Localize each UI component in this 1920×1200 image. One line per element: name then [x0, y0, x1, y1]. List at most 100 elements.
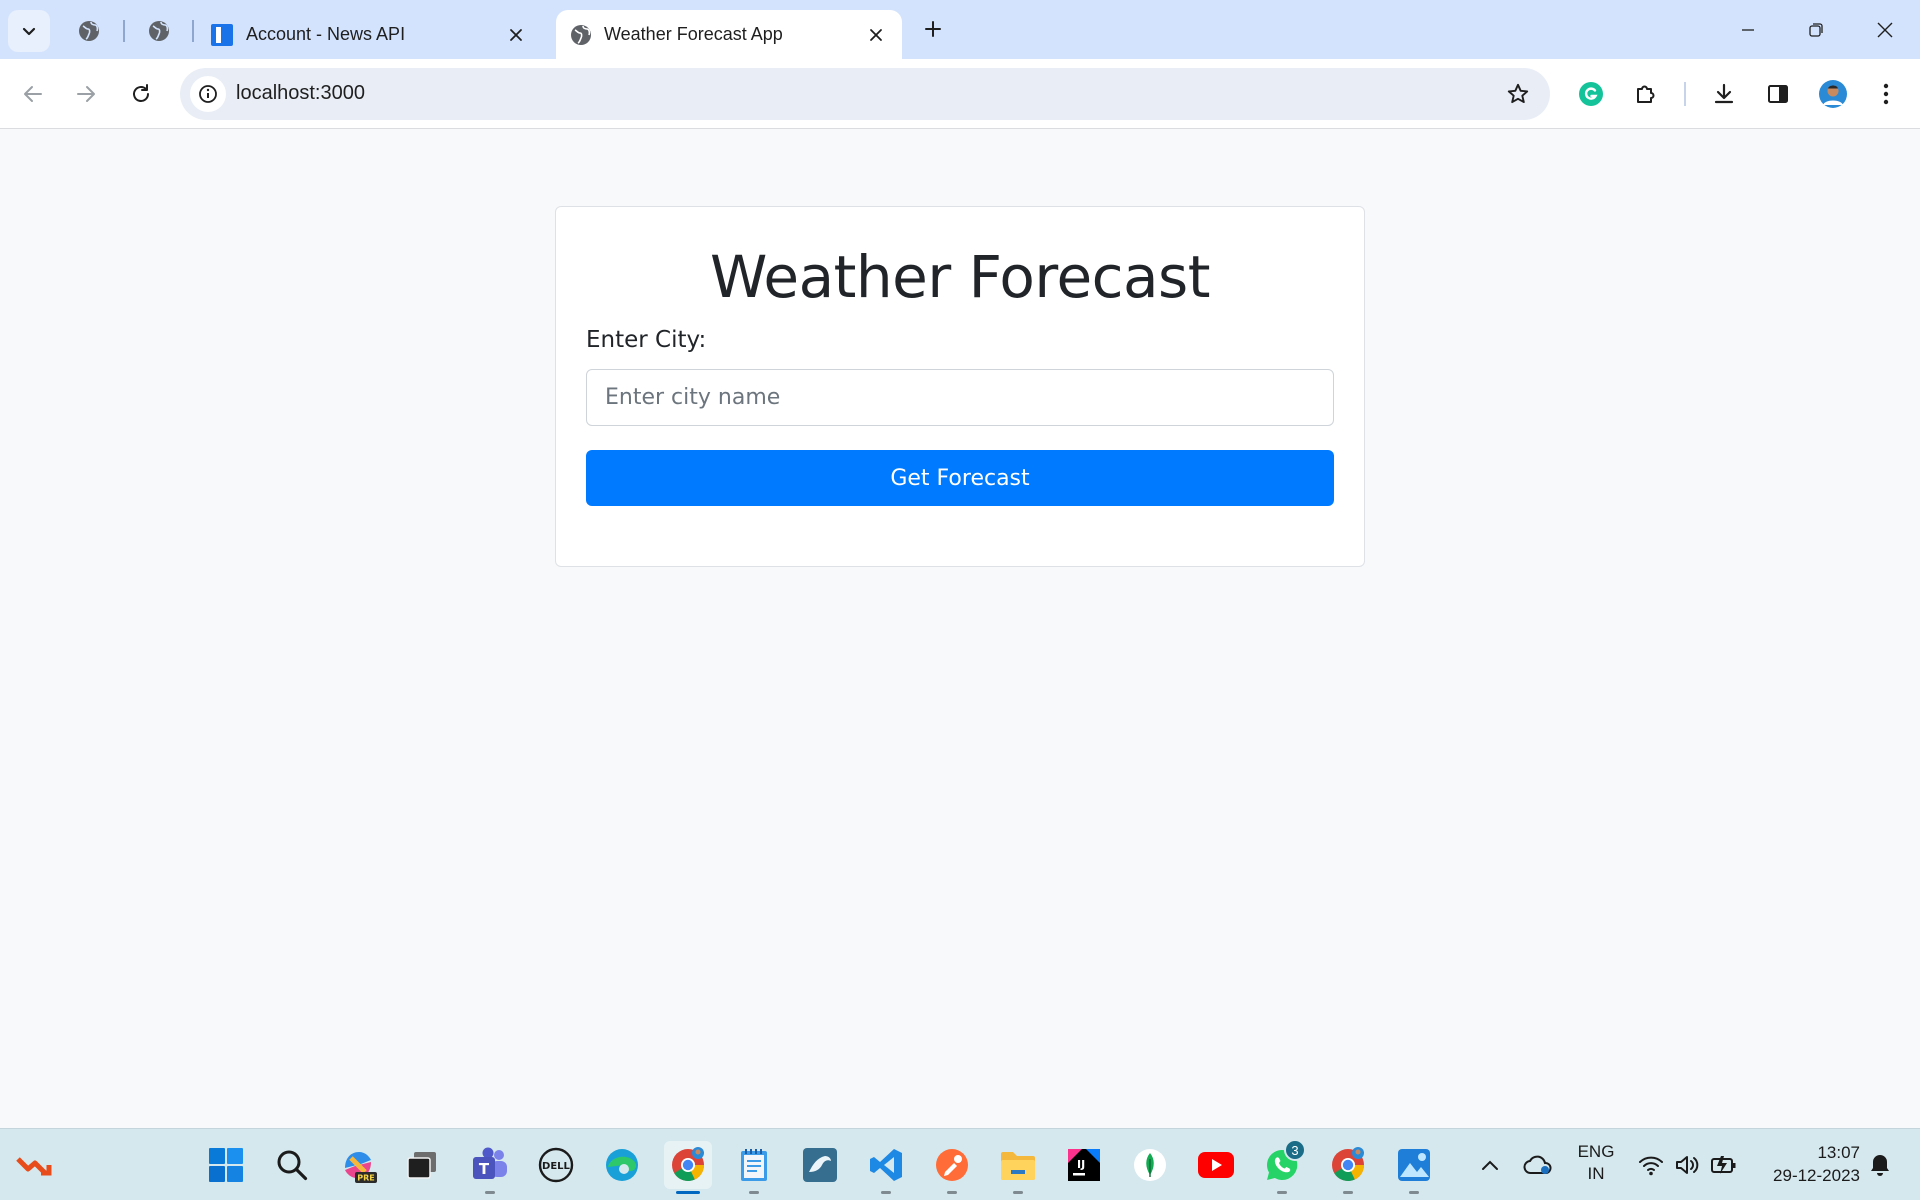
close-tab-icon[interactable]: [504, 23, 528, 47]
city-input[interactable]: [586, 369, 1334, 426]
back-button[interactable]: [15, 76, 51, 112]
whatsapp-app[interactable]: 3: [1258, 1139, 1306, 1194]
tab-news-api[interactable]: Account - News API: [196, 10, 542, 59]
restore-window-button[interactable]: [1791, 10, 1841, 50]
bookmark-star-button[interactable]: [1502, 78, 1534, 110]
close-window-button[interactable]: [1860, 10, 1910, 50]
battery-status[interactable]: [1708, 1141, 1740, 1189]
site-info-button[interactable]: [190, 76, 226, 112]
mysql-workbench-app[interactable]: [796, 1141, 844, 1189]
tab-weather-forecast-app[interactable]: Weather Forecast App: [556, 10, 902, 59]
search-icon: [277, 1150, 308, 1181]
dell-logo-icon: DELL: [538, 1147, 574, 1183]
running-indicator: [1013, 1191, 1023, 1194]
volume-status[interactable]: [1672, 1141, 1702, 1189]
svg-text:PRE: PRE: [357, 1174, 375, 1183]
address-bar[interactable]: localhost:3000: [180, 68, 1550, 120]
profile-avatar-button[interactable]: [1815, 76, 1851, 112]
edge-app[interactable]: [598, 1141, 646, 1189]
windows-taskbar: PRE T DELL IJ 3 ENG IN 13:07 29-12-2023: [0, 1128, 1920, 1200]
task-view-button[interactable]: [398, 1141, 446, 1189]
widgets-button[interactable]: [10, 1141, 58, 1189]
new-tab-button[interactable]: [916, 12, 950, 46]
news-api-favicon-icon: [211, 23, 233, 46]
wifi-icon: [1639, 1156, 1663, 1176]
download-icon: [1714, 83, 1734, 104]
restore-icon: [1809, 23, 1823, 37]
intellij-icon: IJ: [1068, 1149, 1100, 1181]
search-button[interactable]: [268, 1141, 316, 1189]
grammarly-icon: [1579, 82, 1603, 106]
vscode-app[interactable]: [862, 1141, 910, 1194]
mongodb-leaf-icon: [1134, 1149, 1166, 1181]
puzzle-icon: [1637, 85, 1655, 103]
language-region: IN: [1587, 1164, 1605, 1183]
chrome-profile-app[interactable]: [1324, 1141, 1372, 1194]
dell-app[interactable]: DELL: [532, 1141, 580, 1189]
reload-button[interactable]: [123, 76, 159, 112]
svg-text:IJ: IJ: [1077, 1158, 1085, 1171]
grammarly-extension-button[interactable]: [1573, 76, 1609, 112]
get-forecast-button[interactable]: Get Forecast: [586, 450, 1334, 506]
teams-icon: T: [473, 1147, 507, 1179]
onedrive-button[interactable]: [1522, 1141, 1554, 1189]
postman-app[interactable]: [928, 1141, 976, 1194]
show-hidden-icons-button[interactable]: [1478, 1141, 1502, 1189]
close-tab-icon[interactable]: [864, 23, 888, 47]
wifi-status[interactable]: [1636, 1141, 1666, 1189]
svg-text:T: T: [479, 1160, 490, 1178]
url-text[interactable]: localhost:3000: [236, 82, 365, 105]
mongodb-compass-app[interactable]: [1126, 1141, 1174, 1189]
speaker-icon: [1676, 1156, 1699, 1174]
tab-search-button[interactable]: [8, 10, 50, 52]
side-panel-icon: [1768, 85, 1788, 103]
pinned-tab-1[interactable]: [72, 14, 106, 48]
language-code: ENG: [1577, 1142, 1615, 1161]
active-indicator: [676, 1191, 700, 1194]
notifications-button[interactable]: [1866, 1141, 1894, 1189]
minimize-window-button[interactable]: [1723, 10, 1773, 50]
vscode-icon: [870, 1149, 902, 1181]
start-button[interactable]: [202, 1141, 250, 1189]
pinned-tab-2[interactable]: [142, 14, 176, 48]
side-panel-button[interactable]: [1760, 76, 1796, 112]
chevron-up-icon: [1482, 1160, 1498, 1170]
tab-title: Weather Forecast App: [604, 24, 783, 44]
tab-separator: [123, 20, 125, 42]
minimize-icon: [1742, 29, 1754, 31]
file-explorer-app[interactable]: [994, 1141, 1042, 1194]
chrome-icon: [672, 1147, 704, 1181]
running-indicator: [1343, 1191, 1353, 1194]
tab-title: Account - News API: [246, 24, 406, 44]
copilot-button[interactable]: PRE: [334, 1141, 382, 1189]
notepad-app[interactable]: [730, 1141, 778, 1194]
close-icon: [1877, 22, 1893, 38]
chevron-down-icon: [22, 27, 36, 36]
arrow-left-icon: [24, 86, 42, 102]
star-icon: [1507, 83, 1529, 104]
windows-logo-icon: [209, 1148, 243, 1182]
extensions-button[interactable]: [1628, 76, 1664, 112]
chrome-app-active[interactable]: [664, 1141, 712, 1194]
page-title: Weather Forecast: [709, 243, 1211, 311]
youtube-icon: [1198, 1152, 1234, 1178]
language-indicator[interactable]: ENG IN: [1576, 1141, 1616, 1185]
downloads-button[interactable]: [1706, 76, 1742, 112]
photos-app[interactable]: [1390, 1141, 1438, 1194]
forecast-card: Weather Forecast Enter City: Get Forecas…: [555, 206, 1365, 567]
cloud-icon: [1523, 1155, 1552, 1174]
browser-toolbar: localhost:3000: [0, 59, 1920, 129]
clock-date: 29-12-2023: [1773, 1166, 1860, 1185]
youtube-app[interactable]: [1192, 1141, 1240, 1189]
intellij-app[interactable]: IJ: [1060, 1141, 1108, 1189]
chrome-menu-button[interactable]: [1868, 76, 1904, 112]
teams-app[interactable]: T: [466, 1141, 514, 1194]
forward-button[interactable]: [68, 76, 104, 112]
system-clock[interactable]: 13:07 29-12-2023: [1750, 1141, 1860, 1187]
running-indicator: [1277, 1191, 1287, 1194]
bell-icon: [1871, 1155, 1889, 1176]
mysql-workbench-icon: [803, 1148, 837, 1182]
toolbar-separator: [1684, 82, 1686, 106]
avatar-icon: [1819, 80, 1847, 108]
plus-icon: [925, 21, 941, 37]
